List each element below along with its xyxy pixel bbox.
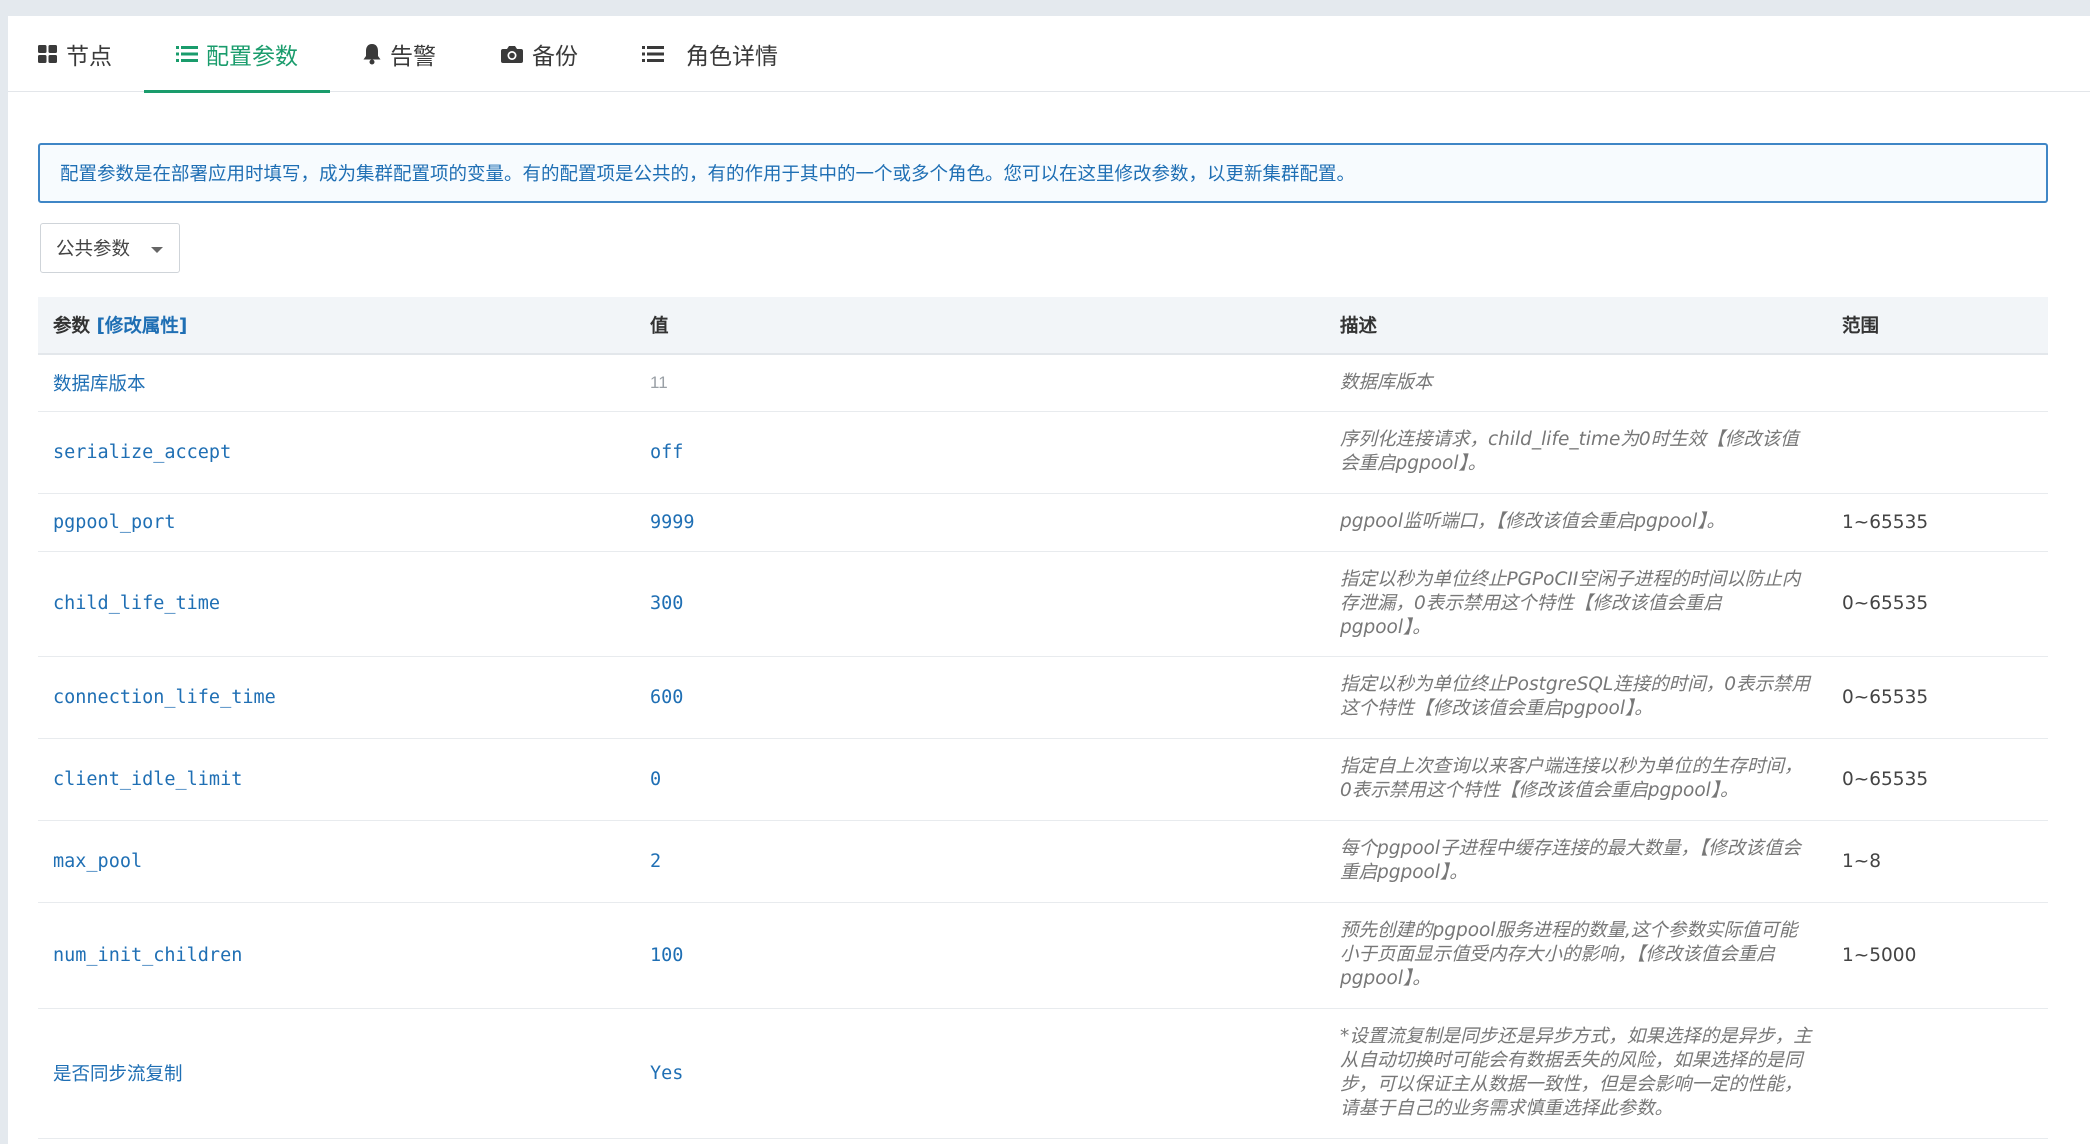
param-name[interactable]: serialize_accept [38,411,635,494]
param-name[interactable]: connection_life_time [38,656,635,739]
tab-nodes[interactable]: 节点 [32,16,144,92]
tab-label: 告警 [390,44,436,70]
tab-label: 备份 [532,44,578,70]
tab-backup[interactable]: 备份 [468,16,610,92]
param-range [1827,354,2048,412]
param-value[interactable]: off [635,411,1325,494]
table-row: 数据库版本 11 数据库版本 [38,354,2048,412]
param-desc: 数据库版本 [1325,354,1827,412]
info-text: 配置参数是在部署应用时填写，成为集群配置项的变量。有的配置项是公共的，有的作用于… [60,164,1356,185]
params-table: 参数 [修改属性] 值 描述 范围 数据库版本 11 数据库版本 seriali… [38,297,2048,1139]
header-desc: 描述 [1325,297,1827,355]
select-value: 公共参数 [56,239,131,260]
param-desc: 指定以秒为单位终止PostgreSQL连接的时间，0表示禁用这个特性【修改该值会… [1325,656,1827,739]
param-range: 1~5000 [1827,902,2048,1009]
param-scope-select[interactable]: 公共参数 [40,223,180,273]
param-name[interactable]: child_life_time [38,551,635,657]
param-value[interactable]: 100 [635,902,1325,1009]
table-row: client_idle_limit 0 指定自上次查询以来客户端连接以秒为单位的… [38,738,2048,821]
table-row: child_life_time 300 指定以秒为单位终止PGPoCII空闲子进… [38,551,2048,657]
param-desc: *设置流复制是同步还是异步方式，如果选择的是异步，主从自动切换时可能会有数据丢失… [1325,1008,1827,1139]
param-range: 1~8 [1827,820,2048,903]
tab-role-details[interactable]: 角色详情 [610,16,810,92]
table-header-row: 参数 [修改属性] 值 描述 范围 [38,297,2048,355]
param-desc: 每个pgpool子进程中缓存连接的最大数量，【修改该值会重启pgpool】。 [1325,820,1827,903]
table-row: serialize_accept off 序列化连接请求，child_life_… [38,411,2048,494]
tab-label: 角色详情 [686,44,778,70]
list-icon [642,44,664,64]
cluster-detail-panel: 节点 配置参数 告警 备份 角色详情 配置参数是在部署应用时填写，成为集群配置项… [8,16,2090,1144]
tab-config-params[interactable]: 配置参数 [144,16,330,93]
param-name[interactable]: client_idle_limit [38,738,635,821]
param-range [1827,1008,2048,1139]
param-desc: pgpool监听端口，【修改该值会重启pgpool】。 [1325,493,1827,552]
param-range: 0~65535 [1827,738,2048,821]
table-row: max_pool 2 每个pgpool子进程中缓存连接的最大数量，【修改该值会重… [38,820,2048,903]
modify-attributes-link[interactable]: [修改属性] [96,316,187,337]
header-param: 参数 [修改属性] [38,297,635,355]
param-value[interactable]: 2 [635,820,1325,903]
caret-down-icon [151,247,163,253]
param-name[interactable]: pgpool_port [38,493,635,552]
param-name[interactable]: 数据库版本 [38,354,635,412]
table-row: connection_life_time 600 指定以秒为单位终止Postgr… [38,656,2048,739]
table-row: pgpool_port 9999 pgpool监听端口，【修改该值会重启pgpo… [38,493,2048,552]
param-desc: 序列化连接请求，child_life_time为0时生效【修改该值会重启pgpo… [1325,411,1827,494]
info-alert: 配置参数是在部署应用时填写，成为集群配置项的变量。有的配置项是公共的，有的作用于… [38,143,2048,203]
param-name[interactable]: max_pool [38,820,635,903]
param-name[interactable]: 是否同步流复制 [38,1008,635,1139]
param-range [1827,411,2048,494]
param-name[interactable]: num_init_children [38,902,635,1009]
param-range: 0~65535 [1827,551,2048,657]
bell-icon [362,43,382,65]
param-value[interactable]: 9999 [635,493,1325,552]
param-value: 11 [635,354,1325,412]
param-desc: 预先创建的pgpool服务进程的数量,这个参数实际值可能小于页面显示值受内存大小… [1325,902,1827,1009]
param-value[interactable]: Yes [635,1008,1325,1139]
tab-bar: 节点 配置参数 告警 备份 角色详情 [8,16,2090,93]
tab-label: 配置参数 [206,44,298,70]
param-range: 0~65535 [1827,656,2048,739]
table-row: 是否同步流复制 Yes *设置流复制是同步还是异步方式，如果选择的是异步，主从自… [38,1008,2048,1139]
param-desc: 指定以秒为单位终止PGPoCII空闲子进程的时间以防止内存泄漏，0表示禁用这个特… [1325,551,1827,657]
param-range: 1~65535 [1827,493,2048,552]
grid-icon [38,44,58,64]
param-value[interactable]: 300 [635,551,1325,657]
table-row: num_init_children 100 预先创建的pgpool服务进程的数量… [38,902,2048,1009]
tab-alarms[interactable]: 告警 [330,16,468,92]
param-value[interactable]: 600 [635,656,1325,739]
tab-label: 节点 [66,44,112,70]
camera-icon [500,44,524,64]
param-value[interactable]: 0 [635,738,1325,821]
list-icon [176,44,198,64]
header-range: 范围 [1827,297,2048,355]
header-value: 值 [635,297,1325,355]
param-desc: 指定自上次查询以来客户端连接以秒为单位的生存时间，0表示禁用这个特性【修改该值会… [1325,738,1827,821]
